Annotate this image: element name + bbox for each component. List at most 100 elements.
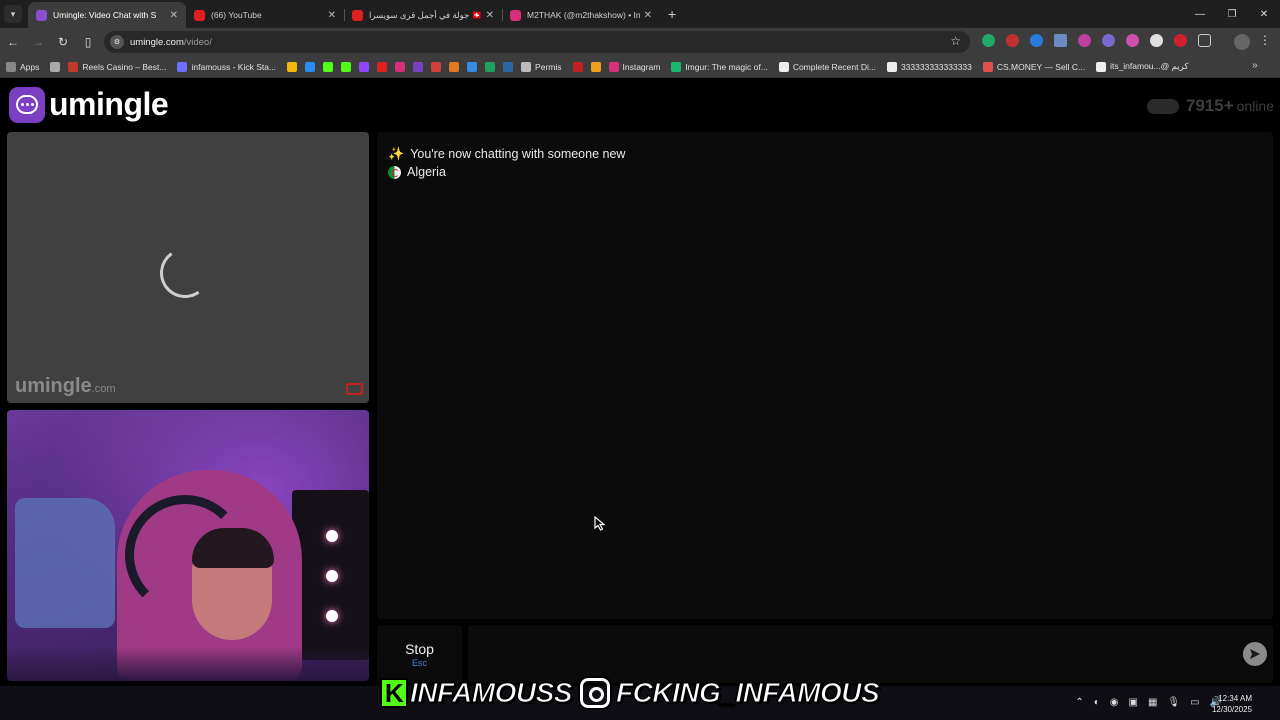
- tab-title: (66) YouTube: [211, 10, 262, 20]
- profile-avatar[interactable]: [1234, 34, 1250, 50]
- bookmark-item[interactable]: [503, 61, 514, 72]
- bookmark-item[interactable]: [359, 61, 370, 72]
- bookmark-item[interactable]: Complete Recent Di...: [778, 61, 876, 72]
- instagram-icon: [608, 61, 619, 72]
- url-path: /video/: [183, 36, 212, 48]
- bookmark-item[interactable]: [305, 61, 316, 72]
- bookmark-item[interactable]: [395, 61, 406, 72]
- reload-button[interactable]: ↻: [51, 30, 75, 54]
- tray-app-icon[interactable]: ◐: [1094, 697, 1100, 708]
- chat-bubble-icon: [9, 86, 45, 123]
- bookmark-item[interactable]: Instagram: [608, 61, 661, 72]
- browser-menu-icon[interactable]: ⋮: [1259, 33, 1271, 47]
- back-button[interactable]: ←: [1, 30, 25, 54]
- bookmark-item[interactable]: [572, 61, 583, 72]
- youtube-icon: [377, 61, 388, 72]
- extension-icon[interactable]: [1078, 34, 1091, 47]
- tab-title: M2THAK (@m2thakshow) • Inst: [527, 10, 640, 20]
- extension-icon[interactable]: [1006, 34, 1019, 47]
- minimize-button[interactable]: —: [1184, 0, 1216, 28]
- report-flag-icon[interactable]: [346, 383, 363, 395]
- instagram-logo-icon: [577, 676, 612, 710]
- bookmark-item[interactable]: [287, 61, 298, 72]
- pc-case: [292, 490, 369, 660]
- algeria-flag-icon: [388, 165, 401, 179]
- bookmark-item[interactable]: [590, 61, 601, 72]
- stop-button[interactable]: Stop Esc: [377, 625, 462, 683]
- microphone-icon[interactable]: 🎙: [1167, 697, 1180, 708]
- site-logo[interactable]: umingle: [9, 86, 169, 123]
- system-tray: ⌃ ◐ ◉ ▣ ▦ 🎙 ▭ 🔊: [1065, 697, 1222, 708]
- bookmark-item[interactable]: [485, 61, 496, 72]
- bookmark-item[interactable]: infamouss - Kick Sta...: [177, 61, 276, 72]
- address-bar[interactable]: ⚙ umingle.com/video/ ☆: [104, 31, 970, 53]
- close-window-button[interactable]: ✕: [1248, 0, 1280, 28]
- bookmark-item[interactable]: [431, 61, 442, 72]
- bookmarks-overflow-icon[interactable]: »: [1252, 60, 1262, 71]
- send-button[interactable]: [1243, 642, 1267, 666]
- bookmark-item[interactable]: [449, 61, 460, 72]
- extension-icon[interactable]: [1102, 34, 1115, 47]
- bookmark-item[interactable]: Imgur: The magic of...: [671, 61, 768, 72]
- tray-chevron-icon[interactable]: ⌃: [1075, 697, 1083, 708]
- browser-tab-strip: ▾ Umingle: Video Chat with S ✕ (66) YouTub…: [0, 0, 1280, 28]
- mouse-cursor-icon: [594, 516, 606, 531]
- forward-button[interactable]: →: [26, 30, 50, 54]
- reels-icon: [68, 61, 79, 72]
- new-tab-button[interactable]: +: [668, 6, 676, 22]
- youtube-icon: [194, 9, 205, 21]
- site-info-icon[interactable]: ⚙: [110, 35, 124, 49]
- instagram-icon: [395, 61, 406, 72]
- self-webcam-video: [7, 410, 369, 681]
- bookmark-item[interactable]: Apps: [6, 61, 40, 72]
- bookmark-star-icon[interactable]: ☆: [950, 34, 961, 48]
- browser-tab[interactable]: Umingle: Video Chat with S ✕: [28, 2, 186, 28]
- extension-icon[interactable]: [1126, 34, 1139, 47]
- close-tab-icon[interactable]: ✕: [486, 10, 494, 21]
- extension-icon[interactable]: [982, 34, 995, 47]
- twitch-icon: [359, 61, 370, 72]
- extensions-puzzle-icon[interactable]: [1198, 34, 1211, 47]
- csmoney-icon: [982, 61, 993, 72]
- discord-icon[interactable]: ◉: [1110, 697, 1119, 708]
- bookmark-item[interactable]: [377, 61, 388, 72]
- tray-app-icon[interactable]: ▣: [1128, 697, 1137, 708]
- bookmark-item[interactable]: [323, 61, 334, 72]
- bookmark-item[interactable]: [50, 61, 61, 72]
- online-label: online: [1236, 98, 1274, 114]
- chat-system-message: ✨ You're now chatting with someone new: [388, 146, 626, 161]
- kick-icon: [323, 61, 334, 72]
- bookmark-item[interactable]: its_infamou...@ كريم: [1096, 61, 1188, 72]
- extension-icon[interactable]: [1150, 34, 1163, 47]
- bookmark-label: Instagram: [622, 61, 661, 72]
- side-panel-button[interactable]: ▯: [76, 30, 100, 54]
- kick-logo-icon: K: [380, 678, 408, 708]
- extension-icon[interactable]: [1174, 34, 1187, 47]
- bookmark-item[interactable]: Reels Casino – Best...: [68, 61, 166, 72]
- network-icon[interactable]: ▭: [1190, 697, 1199, 708]
- taskbar-clock[interactable]: 12:34 AM 12/30/2025: [1212, 693, 1252, 715]
- github-icon: [778, 61, 789, 72]
- bookmark-item[interactable]: 333333333333333: [886, 61, 972, 72]
- browser-tab[interactable]: (66) YouTube ✕: [186, 2, 344, 28]
- browser-tab[interactable]: M2THAK (@m2thakshow) • Inst ✕: [502, 2, 660, 28]
- bookmark-item[interactable]: Permis: [521, 61, 562, 72]
- headset: [125, 495, 245, 615]
- close-tab-icon[interactable]: ✕: [170, 10, 178, 21]
- message-input[interactable]: [468, 625, 1273, 683]
- bookmark-item[interactable]: [467, 61, 478, 72]
- tray-app-icon[interactable]: ▦: [1148, 697, 1157, 708]
- online-toggle[interactable]: [1146, 98, 1179, 114]
- bookmark-label: Apps: [20, 61, 40, 72]
- umingle-page: umingle 7915+ online umingle.com ✨ You'r…: [0, 78, 1280, 686]
- extension-icon[interactable]: [1030, 34, 1043, 47]
- bookmark-item[interactable]: CS.MONEY — Sell C...: [982, 61, 1085, 72]
- restore-button[interactable]: ❐: [1216, 0, 1248, 28]
- bookmark-item[interactable]: [413, 61, 424, 72]
- extension-icon[interactable]: [1054, 34, 1067, 47]
- browser-tab[interactable]: جولة في أجمل قرى سويسرا 🇨🇭 ✕: [344, 2, 502, 28]
- close-tab-icon[interactable]: ✕: [644, 10, 652, 21]
- tab-search-button[interactable]: ▾: [4, 5, 22, 23]
- bookmark-item[interactable]: [341, 61, 352, 72]
- close-tab-icon[interactable]: ✕: [328, 10, 336, 21]
